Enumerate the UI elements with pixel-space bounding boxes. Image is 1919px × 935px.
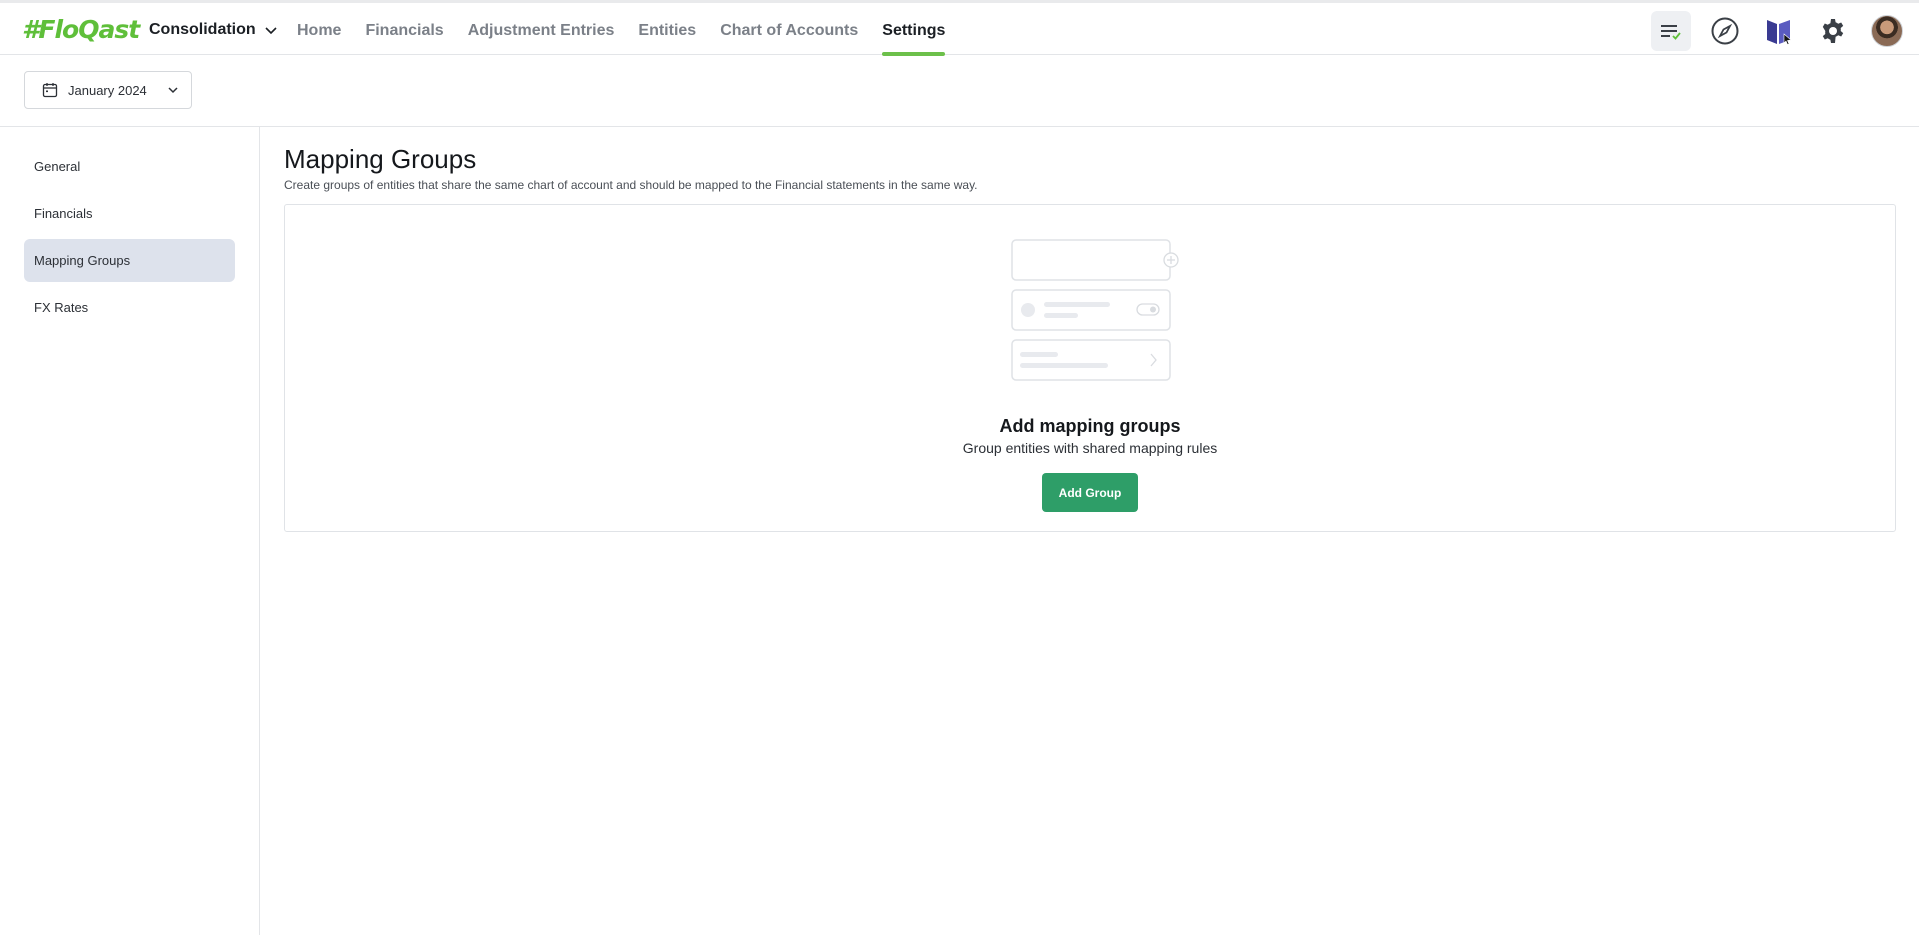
gear-icon[interactable] [1813,11,1853,51]
calendar-icon [42,83,58,98]
chevron-down-icon [168,87,178,94]
sidebar-item-general[interactable]: General [24,145,235,188]
empty-state-subtitle: Group entities with shared mapping rules [962,440,1218,456]
sidebar-item-financials[interactable]: Financials [24,192,235,235]
nav-settings[interactable]: Settings [882,3,946,56]
floqast-logo[interactable]: #FloQast [22,15,140,44]
settings-sidebar: General Financials Mapping Groups FX Rat… [0,127,260,935]
main-content: Mapping Groups Create groups of entities… [284,127,1896,532]
empty-state-title: Add mapping groups [999,416,1181,436]
nav-financials[interactable]: Financials [365,3,443,55]
page-description: Create groups of entities that share the… [284,178,978,192]
chevron-down-icon [265,27,277,35]
main-nav: Home Financials Adjustment Entries Entit… [297,3,969,56]
empty-state-illustration-icon [1011,239,1179,381]
page-title: Mapping Groups [284,144,477,174]
book-icon[interactable] [1759,11,1799,51]
sidebar-item-fx-rates[interactable]: FX Rates [24,286,235,329]
period-bar: January 2024 [0,55,1919,127]
user-avatar[interactable] [1867,11,1907,51]
period-label: January 2024 [68,82,147,98]
product-switcher[interactable]: Consolidation [149,21,278,39]
empty-state-card: Add mapping groups Group entities with s… [284,204,1896,532]
period-selector[interactable]: January 2024 [24,71,192,109]
nav-adjustment-entries[interactable]: Adjustment Entries [468,3,615,55]
add-group-button[interactable]: Add Group [1042,473,1138,512]
nav-home[interactable]: Home [297,3,341,55]
nav-chart-of-accounts[interactable]: Chart of Accounts [720,3,858,55]
top-icon-group [1651,11,1907,51]
product-label: Consolidation [149,21,256,38]
sidebar-item-mapping-groups[interactable]: Mapping Groups [24,239,235,282]
nav-entities[interactable]: Entities [638,3,696,55]
top-navigation-bar: #FloQast Consolidation Home Financials A… [0,0,1919,56]
avatar [1871,15,1903,47]
tasks-check-icon[interactable] [1651,11,1691,51]
compass-icon[interactable] [1705,11,1745,51]
